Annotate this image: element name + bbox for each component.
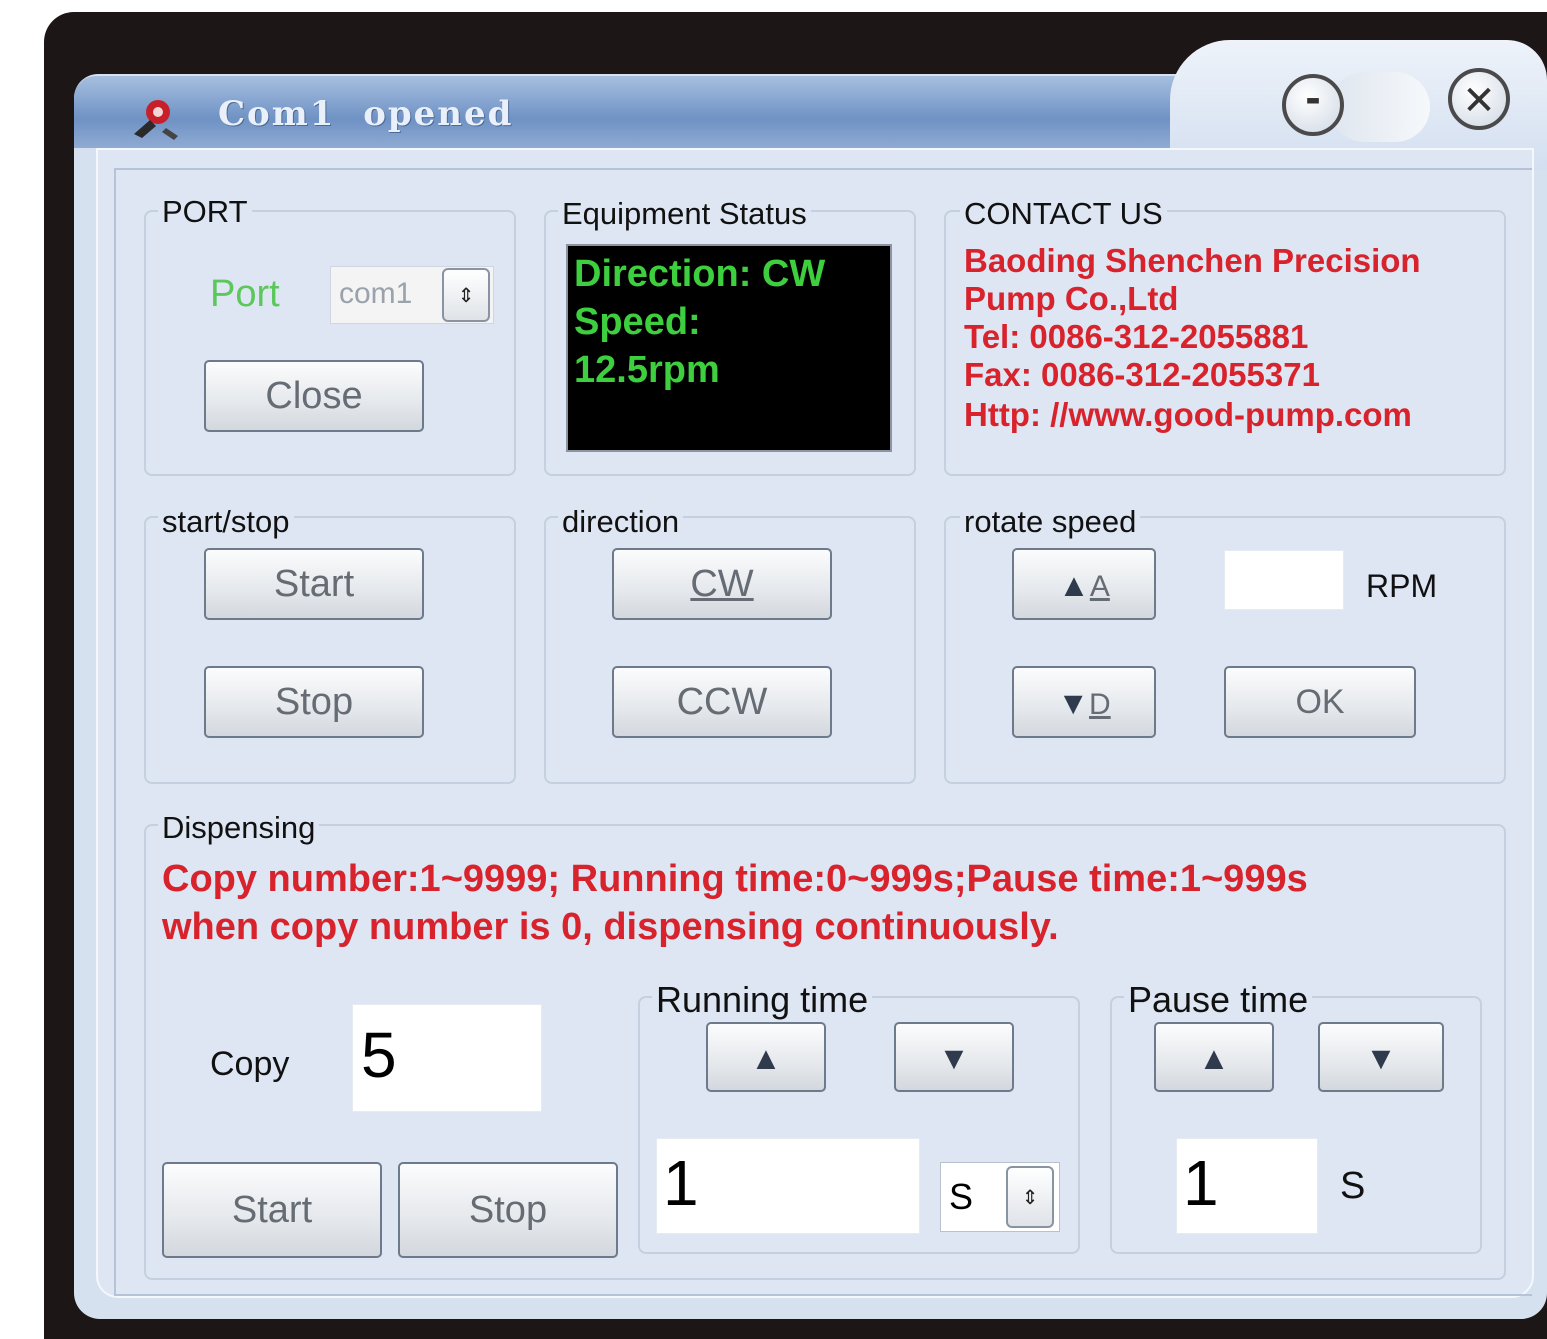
port-close-button[interactable]: Close (204, 360, 424, 432)
speed-ok-button[interactable]: OK (1224, 666, 1416, 738)
running-time-down-button[interactable]: ▼ (894, 1022, 1014, 1092)
running-time-unit-value: S (949, 1176, 974, 1217)
copy-input[interactable]: 5 (352, 1004, 542, 1112)
running-time-value: 1 (663, 1147, 699, 1219)
pause-time-unit-label: S (1340, 1165, 1366, 1207)
dispensing-start-button[interactable]: Start (162, 1162, 382, 1258)
contact-website: Http: //www.good-pump.com (964, 396, 1412, 433)
running-time-up-button[interactable]: ▲ (706, 1022, 826, 1092)
port-close-label: Close (265, 375, 363, 417)
port-group (144, 210, 516, 476)
minimize-button[interactable]: - (1282, 74, 1344, 136)
dispensing-stop-label: Stop (468, 1189, 548, 1231)
start-button-label: Start (273, 563, 355, 605)
direction-group-label: direction (558, 504, 684, 540)
speed-down-button[interactable]: ▼D (1012, 666, 1156, 738)
start-stop-group-label: start/stop (158, 504, 294, 540)
close-window-button[interactable]: ✕ (1448, 68, 1510, 130)
stop-button[interactable]: Stop (204, 666, 424, 738)
triangle-down-icon: ▼ (1057, 685, 1089, 721)
contact-fax: Fax: 0086-312-2055371 (964, 356, 1320, 393)
rpm-unit-label: RPM (1366, 568, 1438, 604)
dispensing-stop-button[interactable]: Stop (398, 1162, 618, 1258)
pause-time-up-button[interactable]: ▲ (1154, 1022, 1274, 1092)
contact-tel: Tel: 0086-312-2055881 (964, 318, 1309, 355)
triangle-down-icon: ▼ (1365, 1040, 1397, 1076)
status-display: Direction: CW Speed: 12.5rpm (566, 244, 892, 452)
speed-ok-label: OK (1295, 683, 1345, 721)
triangle-up-icon: ▲ (1198, 1040, 1230, 1076)
speed-down-label: D (1089, 688, 1111, 721)
ccw-button[interactable]: CCW (612, 666, 832, 738)
status-speed-label: Speed: (574, 301, 701, 343)
cw-button[interactable]: CW (612, 548, 832, 620)
ccw-button-label: CCW (676, 681, 768, 723)
dispensing-group-label: Dispensing (158, 810, 320, 846)
dispensing-notice-line1: Copy number:1~9999; Running time:0~999s;… (162, 858, 1308, 900)
port-label: Port (210, 273, 280, 315)
copy-input-value: 5 (361, 1019, 397, 1091)
equipment-status-label: Equipment Status (558, 196, 811, 232)
contact-company-line1: Baoding Shenchen Precision (964, 242, 1421, 279)
running-time-input[interactable]: 1 (656, 1138, 920, 1234)
triangle-up-icon: ▲ (1058, 567, 1090, 603)
start-button[interactable]: Start (204, 548, 424, 620)
stop-button-label: Stop (274, 681, 354, 723)
titlebar-ornament (1330, 72, 1430, 142)
contact-group-label: CONTACT US (960, 196, 1167, 232)
window-title: Com1 opened (218, 94, 514, 134)
running-time-label: Running time (652, 980, 873, 1020)
rpm-input[interactable] (1224, 550, 1344, 610)
cw-button-label: CW (690, 563, 754, 605)
port-group-label: PORT (158, 194, 252, 230)
pause-time-value: 1 (1183, 1147, 1219, 1219)
port-spin-icon[interactable]: ⇕ (442, 268, 490, 322)
contact-company-line2: Pump Co.,Ltd (964, 280, 1179, 317)
running-time-unit-spin-icon[interactable]: ⇕ (1006, 1166, 1054, 1228)
rotate-speed-group-label: rotate speed (960, 504, 1141, 540)
dispensing-start-label: Start (231, 1189, 313, 1231)
app-icon (134, 100, 178, 140)
triangle-up-icon: ▲ (750, 1040, 782, 1076)
dispensing-notice-line2: when copy number is 0, dispensing contin… (162, 906, 1059, 948)
pause-time-label: Pause time (1124, 980, 1313, 1020)
copy-label: Copy (210, 1045, 290, 1083)
triangle-down-icon: ▼ (938, 1040, 970, 1076)
pause-time-input[interactable]: 1 (1176, 1138, 1318, 1234)
speed-up-button[interactable]: ▲A (1012, 548, 1156, 620)
status-speed-value: 12.5rpm (574, 349, 720, 391)
status-direction: Direction: CW (574, 253, 826, 295)
pause-time-down-button[interactable]: ▼ (1318, 1022, 1444, 1092)
speed-up-label: A (1089, 570, 1110, 603)
port-select-value: com1 (339, 277, 413, 310)
